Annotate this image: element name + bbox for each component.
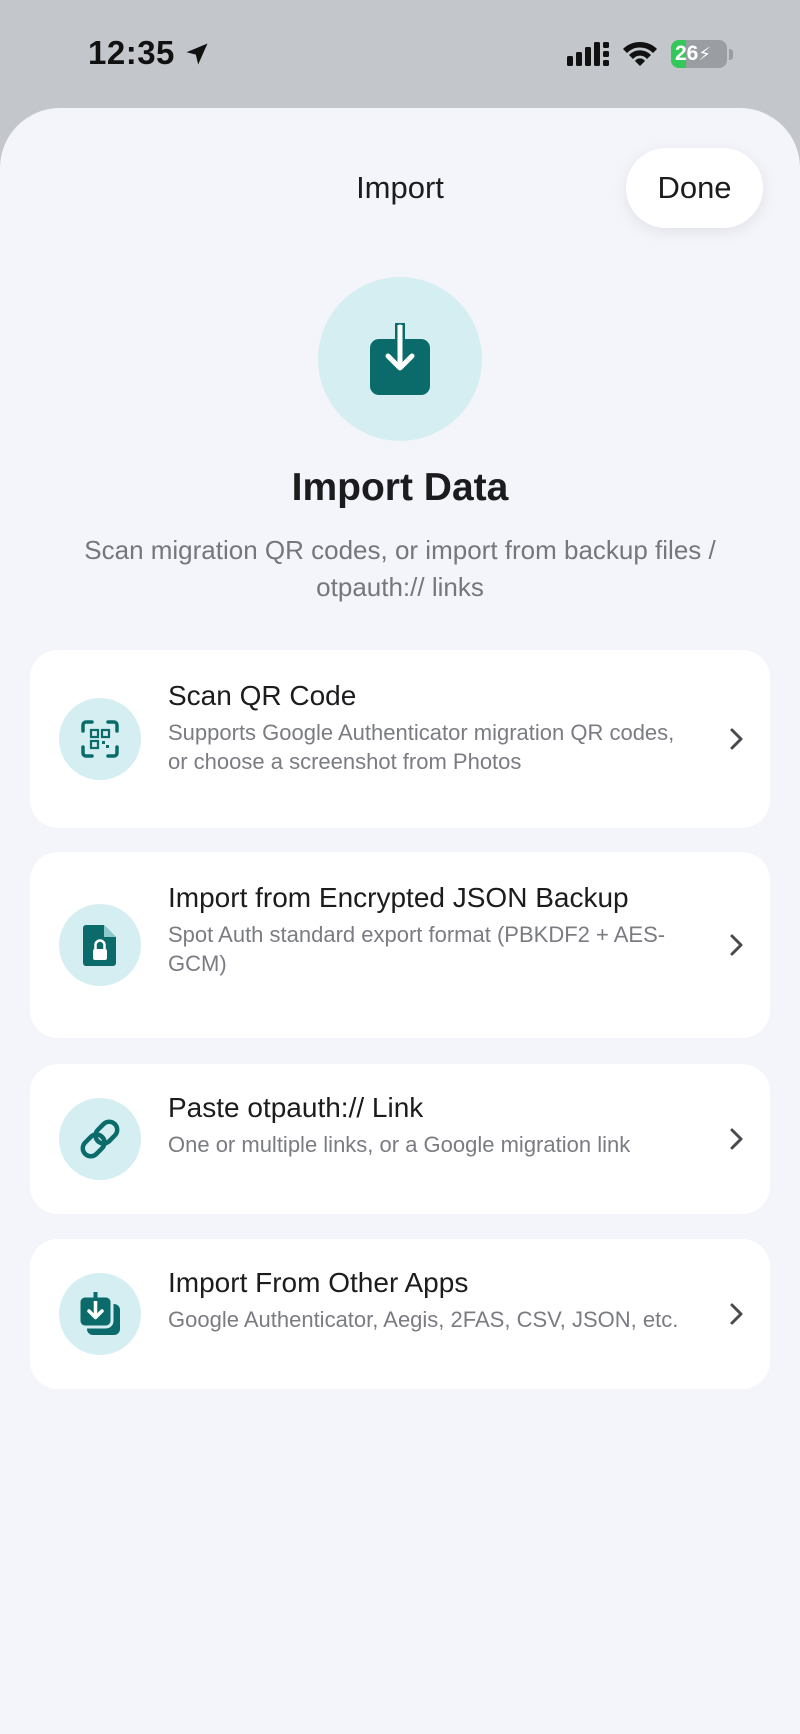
import-stack-icon <box>77 1292 120 1335</box>
done-button[interactable]: Done <box>626 148 763 228</box>
cellular-signal-icon <box>567 42 609 66</box>
card-icon-circle <box>59 1273 141 1355</box>
import-sheet: Import Done Import Data Scan migration Q… <box>0 108 800 1734</box>
option-description: Spot Auth standard export format (PBKDF2… <box>168 922 666 976</box>
locked-file-icon <box>83 925 116 966</box>
card-icon-circle <box>59 698 141 780</box>
status-time: 12:35 <box>88 34 175 71</box>
paste-link-option[interactable]: Paste otpauth:// Link One or multiple li… <box>30 1064 770 1214</box>
download-box-icon <box>370 323 430 395</box>
option-title: Import from Encrypted JSON Backup <box>168 882 629 913</box>
chevron-right-icon <box>730 934 743 956</box>
option-description: Supports Google Authenticator migration … <box>168 720 675 774</box>
option-description: One or multiple links, or a Google migra… <box>168 1132 631 1157</box>
card-icon-circle <box>59 1098 141 1180</box>
wifi-icon <box>623 41 657 66</box>
battery-cap <box>729 49 733 60</box>
link-icon <box>80 1119 120 1159</box>
option-title: Import From Other Apps <box>168 1267 469 1298</box>
chevron-right-icon <box>730 728 743 750</box>
hero-title: Import Data <box>291 466 509 509</box>
battery-level: 26⚡ <box>675 42 711 65</box>
other-apps-option[interactable]: Import From Other Apps Google Authentica… <box>30 1239 770 1389</box>
option-description: Google Authenticator, Aegis, 2FAS, CSV, … <box>168 1307 679 1332</box>
hero-icon-circle <box>318 277 482 441</box>
chevron-right-icon <box>730 1128 743 1150</box>
encrypted-json-option[interactable]: Import from Encrypted JSON Backup Spot A… <box>30 852 770 1038</box>
option-title: Scan QR Code <box>168 680 357 711</box>
scan-qr-option[interactable]: Scan QR Code Supports Google Authenticat… <box>30 650 770 828</box>
location-arrow-icon <box>186 43 208 65</box>
hero-subtitle: Scan migration QR codes, or import from … <box>84 535 716 602</box>
option-title: Paste otpauth:// Link <box>168 1092 424 1123</box>
qr-scan-icon <box>81 720 119 758</box>
card-icon-circle <box>59 904 141 986</box>
battery-charging-icon: 26⚡ <box>671 40 727 68</box>
status-bar: 12:35 26⚡ <box>0 0 800 108</box>
chevron-right-icon <box>730 1303 743 1325</box>
